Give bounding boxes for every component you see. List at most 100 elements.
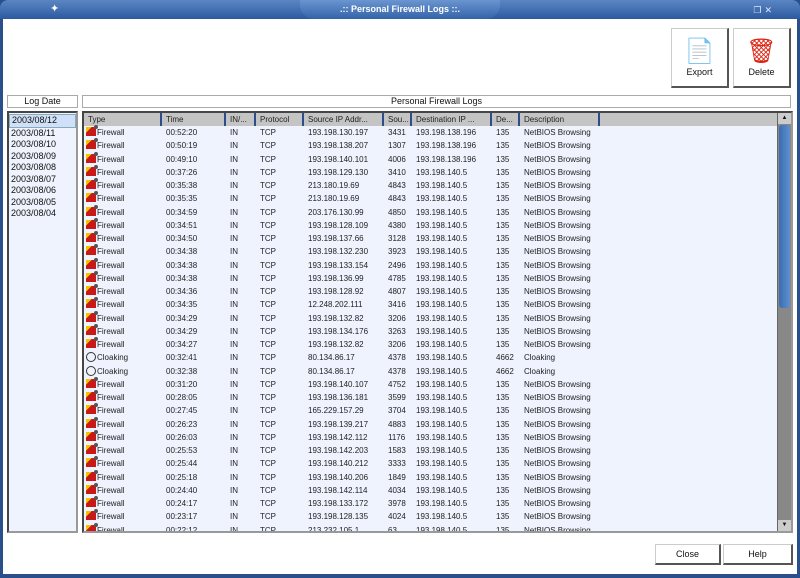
table-row[interactable]: Firewall 00:34:29 IN TCP 193.198.132.82 3206 1… (84, 310, 778, 325)
table-row[interactable]: Firewall 00:34:38 IN TCP 193.198.132.230 3923… (84, 244, 778, 258)
cell: Cloaking (524, 366, 556, 376)
export-button[interactable]: 📄 Export (671, 28, 729, 88)
cell: TCP (260, 128, 276, 137)
firewall-icon (86, 323, 98, 335)
table-row[interactable]: Firewall 00:35:35 IN TCP 213.180.19.69 4843 19… (84, 191, 778, 205)
cell: 1176 (388, 432, 406, 442)
log-date-list[interactable]: 2003/08/12 2003/08/11 2003/08/10 2003/08/09… (7, 111, 78, 533)
table-row[interactable]: Firewall 00:25:18 IN TCP 193.198.140.206 1849… (84, 469, 778, 484)
table-row[interactable]: Cloaking 00:32:41 IN TCP 80.134.86.17 4378 193… (84, 351, 778, 364)
table-row[interactable]: Firewall 00:25:44 IN TCP 193.198.140.212 3333… (84, 456, 778, 470)
table-row[interactable]: Firewall 00:50:19 IN TCP 193.198.138.207 1307… (84, 138, 778, 152)
type-label: Firewall (97, 459, 125, 469)
table-row[interactable]: Firewall 00:34:50 IN TCP 193.198.137.66 3128 1… (84, 231, 778, 245)
type-label: Cloaking (97, 366, 129, 376)
cell-type: Firewall (84, 416, 162, 431)
log-date-item[interactable]: 2003/08/11 (9, 128, 76, 140)
help-button[interactable]: Help (723, 544, 793, 565)
table-row[interactable]: Firewall 00:24:40 IN TCP 193.198.142.114 4034… (84, 482, 778, 497)
cell: IN (230, 472, 238, 482)
table-row[interactable]: Cloaking 00:32:38 IN TCP 80.134.86.17 4378 193… (84, 365, 778, 378)
cell: 00:22:12 (166, 525, 198, 533)
cell: 00:34:38 (166, 247, 198, 257)
table-row[interactable]: Firewall 00:37:26 IN TCP 193.198.129.130 3410… (84, 164, 778, 179)
cell: 135 (496, 379, 510, 389)
cell: NetBIOS Browsing (524, 234, 591, 243)
firewall-icon (86, 284, 98, 295)
type-label: Firewall (97, 154, 125, 164)
table-row[interactable]: Firewall 00:27:45 IN TCP 165.229.157.29 3704 1… (84, 403, 778, 417)
table-row[interactable]: Firewall 00:25:53 IN TCP 193.198.142.203 1583… (84, 443, 778, 457)
column-header[interactable]: Description (520, 113, 600, 126)
log-date-item[interactable]: 2003/08/12 (9, 114, 76, 128)
table-row[interactable]: Firewall 00:34:27 IN TCP 193.198.132.82 3206 1… (84, 337, 778, 351)
cell: 193.198.140.107 (308, 379, 369, 389)
vertical-scrollbar[interactable]: ▲ ▼ (777, 113, 791, 531)
table-row[interactable]: Firewall 00:26:23 IN TCP 193.198.139.217 4883… (84, 416, 778, 431)
table-row[interactable]: Firewall 00:35:38 IN TCP 213.180.19.69 4843 19… (84, 178, 778, 192)
restore-icon[interactable]: ❐ (753, 5, 761, 15)
table-row[interactable]: Firewall 00:34:38 IN TCP 193.198.133.154 2496… (84, 257, 778, 272)
column-header[interactable]: Time (162, 113, 226, 126)
table-row[interactable]: Firewall 00:34:29 IN TCP 193.198.134.176 3263… (84, 323, 778, 338)
log-date-item[interactable]: 2003/08/08 (9, 162, 76, 174)
column-header[interactable]: Destination IP ... (412, 113, 492, 126)
table-row[interactable]: Firewall 00:34:38 IN TCP 193.198.136.99 4785 1… (84, 270, 778, 285)
table-row[interactable]: Firewall 00:34:35 IN TCP 12.248.202.111 3416 1… (84, 297, 778, 311)
column-header[interactable]: Source IP Addr... (304, 113, 384, 126)
cell: 135 (496, 234, 510, 243)
cell-type: Firewall (84, 482, 162, 497)
title-bar[interactable]: ✦ .:: Personal Firewall Logs ::. ❐ ✕ (0, 0, 800, 19)
cell: 193.198.137.66 (308, 234, 364, 243)
cell: 193.198.129.130 (308, 167, 369, 177)
scroll-thumb[interactable] (779, 125, 790, 308)
cell: 4024 (388, 512, 406, 522)
delete-button[interactable]: 🗑 Delete (733, 28, 791, 88)
table-row[interactable]: Firewall 00:31:20 IN TCP 193.198.140.107 4752… (84, 376, 778, 391)
firewall-icon (86, 217, 98, 229)
cell-type: Firewall (84, 337, 162, 351)
cell: 135 (496, 326, 510, 336)
table-row[interactable]: Firewall 00:34:51 IN TCP 193.198.128.109 4380… (84, 217, 778, 232)
cell: TCP (260, 287, 276, 296)
cell: 193.198.140.5 (416, 366, 468, 376)
table-row[interactable]: Firewall 00:23:17 IN TCP 193.198.128.135 4024… (84, 509, 778, 523)
cell: 193.198.140.5 (416, 326, 468, 336)
type-label: Firewall (97, 220, 125, 230)
close-icon[interactable]: ✕ (764, 5, 772, 15)
log-date-item[interactable]: 2003/08/06 (9, 185, 76, 197)
table-row[interactable]: Firewall 00:28:05 IN TCP 193.198.136.181 3599… (84, 390, 778, 404)
logs-table[interactable]: Type Time IN/... Protocol Source IP Addr... S… (82, 111, 793, 533)
cell: 63 (388, 525, 397, 533)
close-button[interactable]: Close (655, 544, 721, 565)
log-date-item[interactable]: 2003/08/05 (9, 197, 76, 209)
column-header[interactable]: IN/... (226, 113, 256, 126)
log-date-item[interactable]: 2003/08/10 (9, 139, 76, 151)
table-row[interactable]: Firewall 00:24:17 IN TCP 193.198.133.172 3978… (84, 496, 778, 510)
cell: 213.232.105.1 (308, 525, 360, 533)
column-header[interactable]: Sou... (384, 113, 412, 126)
table-row[interactable]: Firewall 00:52:20 IN TCP 193.198.130.197 3431… (84, 125, 778, 139)
cell: 193.198.142.112 (308, 432, 368, 442)
table-row[interactable]: Firewall 00:49:10 IN TCP 193.198.140.101 4006… (84, 151, 778, 166)
cell: 3416 (388, 300, 406, 310)
firewall-icon (86, 164, 98, 176)
cell: 135 (496, 247, 510, 257)
table-row[interactable]: Firewall 00:34:59 IN TCP 203.176.130.99 4850 1… (84, 204, 778, 219)
cell: 193.198.139.217 (308, 419, 369, 429)
table-row[interactable]: Firewall 00:26:03 IN TCP 193.198.142.112 1176… (84, 429, 778, 444)
log-date-item[interactable]: 2003/08/04 (9, 208, 76, 220)
cell: NetBIOS Browsing (524, 446, 591, 455)
column-header[interactable]: Protocol (256, 113, 304, 126)
scroll-up-button[interactable]: ▲ (778, 113, 791, 124)
cell-type: Firewall (84, 443, 162, 457)
log-date-item[interactable]: 2003/08/09 (9, 151, 76, 163)
cell-type: Firewall (84, 178, 162, 192)
cell: 4380 (388, 220, 406, 230)
log-date-item[interactable]: 2003/08/07 (9, 174, 76, 186)
table-row[interactable]: Firewall 00:22:12 IN TCP 213.232.105.1 63 193.… (84, 522, 778, 533)
scroll-down-button[interactable]: ▼ (778, 520, 791, 531)
table-row[interactable]: Firewall 00:34:36 IN TCP 193.198.128.92 4807 1… (84, 284, 778, 298)
firewall-icon (86, 443, 98, 454)
column-header[interactable]: De... (492, 113, 520, 126)
